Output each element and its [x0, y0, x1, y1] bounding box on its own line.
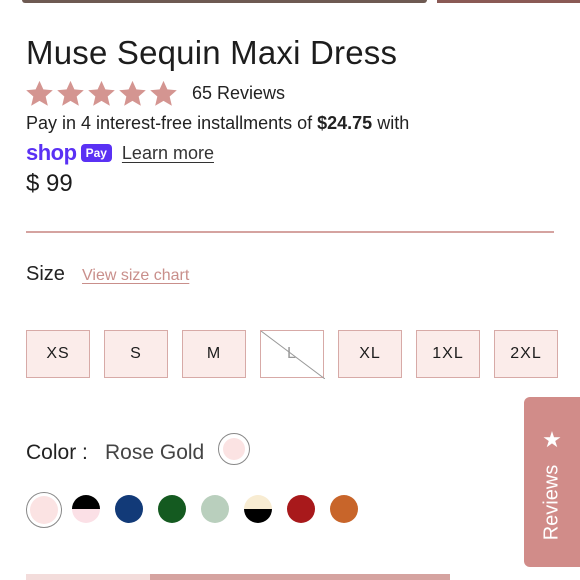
shoppay-logo: shop [26, 140, 77, 165]
size-option-label: 2XL [510, 345, 542, 362]
selected-color-name: Rose Gold [105, 441, 205, 464]
swatch-fill [72, 495, 100, 523]
reviews-count[interactable]: 65 Reviews [192, 83, 285, 104]
product-title: Muse Sequin Maxi Dress [26, 34, 398, 71]
color-swatch-red[interactable] [284, 492, 320, 528]
size-option-label: S [130, 345, 142, 362]
size-chart-link[interactable]: View size chart [82, 267, 189, 285]
reviews-tab-label: Reviews [540, 464, 563, 541]
unavailable-strike [261, 331, 325, 379]
gallery-image-edge [437, 0, 580, 3]
size-label: Size [26, 263, 65, 285]
swatch-fill [287, 495, 315, 523]
size-options: XS S M L XL 1XL 2XL [26, 330, 580, 380]
swatch-fill [115, 495, 143, 523]
size-option-2xl[interactable]: 2XL [494, 330, 558, 378]
size-option-l[interactable]: L [260, 330, 325, 379]
product-price: $ 99 [26, 170, 73, 197]
learn-more-link[interactable]: Learn more [122, 143, 214, 164]
swatch-fill [201, 495, 229, 523]
installments-prefix: Pay in 4 interest-free installments of [26, 113, 318, 133]
image-gallery-edge [0, 0, 580, 4]
size-option-label: XS [46, 345, 70, 362]
size-option-label: 1XL [432, 345, 464, 362]
size-option-xl[interactable]: XL [338, 330, 402, 378]
size-option-label: XL [359, 345, 381, 362]
size-option-s[interactable]: S [104, 330, 168, 378]
swatch-fill [244, 495, 272, 523]
color-label: Color : [26, 441, 88, 464]
add-to-cart-bar[interactable] [26, 574, 450, 580]
swatch-fill [158, 495, 186, 523]
star-icon: ★ [542, 427, 562, 452]
swatch-fill [330, 495, 358, 523]
installments-suffix: with [372, 113, 410, 133]
star-icon [150, 80, 177, 106]
star-icon [57, 80, 84, 106]
installments-amount: $24.75 [317, 113, 373, 133]
rating-summary[interactable]: 65 Reviews [25, 78, 285, 108]
swatch-fill [30, 496, 58, 524]
color-swatch-orange[interactable] [327, 492, 363, 528]
selected-color-preview [218, 433, 250, 465]
selected-color-fill [223, 438, 245, 460]
color-swatch-rose-gold[interactable] [26, 492, 62, 528]
quantity-area[interactable] [26, 574, 150, 580]
color-swatch-cream-black[interactable] [241, 492, 277, 528]
size-option-label: M [206, 345, 222, 362]
section-divider [26, 231, 554, 233]
star-icon [26, 80, 53, 106]
gallery-image-edge [22, 0, 427, 3]
star-icon [119, 80, 146, 106]
shoppay-badge: Pay [80, 144, 112, 162]
color-swatch-sage[interactable] [198, 492, 234, 528]
color-swatch-navy[interactable] [112, 492, 148, 528]
star-rating [25, 79, 180, 108]
star-icon [88, 80, 115, 106]
size-option-m[interactable]: M [182, 330, 246, 378]
size-option-xs[interactable]: XS [26, 330, 90, 378]
color-swatch-black-pink[interactable] [69, 492, 105, 528]
reviews-side-tab[interactable]: ★ Reviews [524, 397, 580, 567]
installments-text: Pay in 4 interest-free installments of $… [26, 113, 409, 134]
shoppay-row: shop Pay Learn more [26, 140, 214, 166]
size-option-1xl[interactable]: 1XL [416, 330, 480, 378]
color-swatch-green[interactable] [155, 492, 191, 528]
